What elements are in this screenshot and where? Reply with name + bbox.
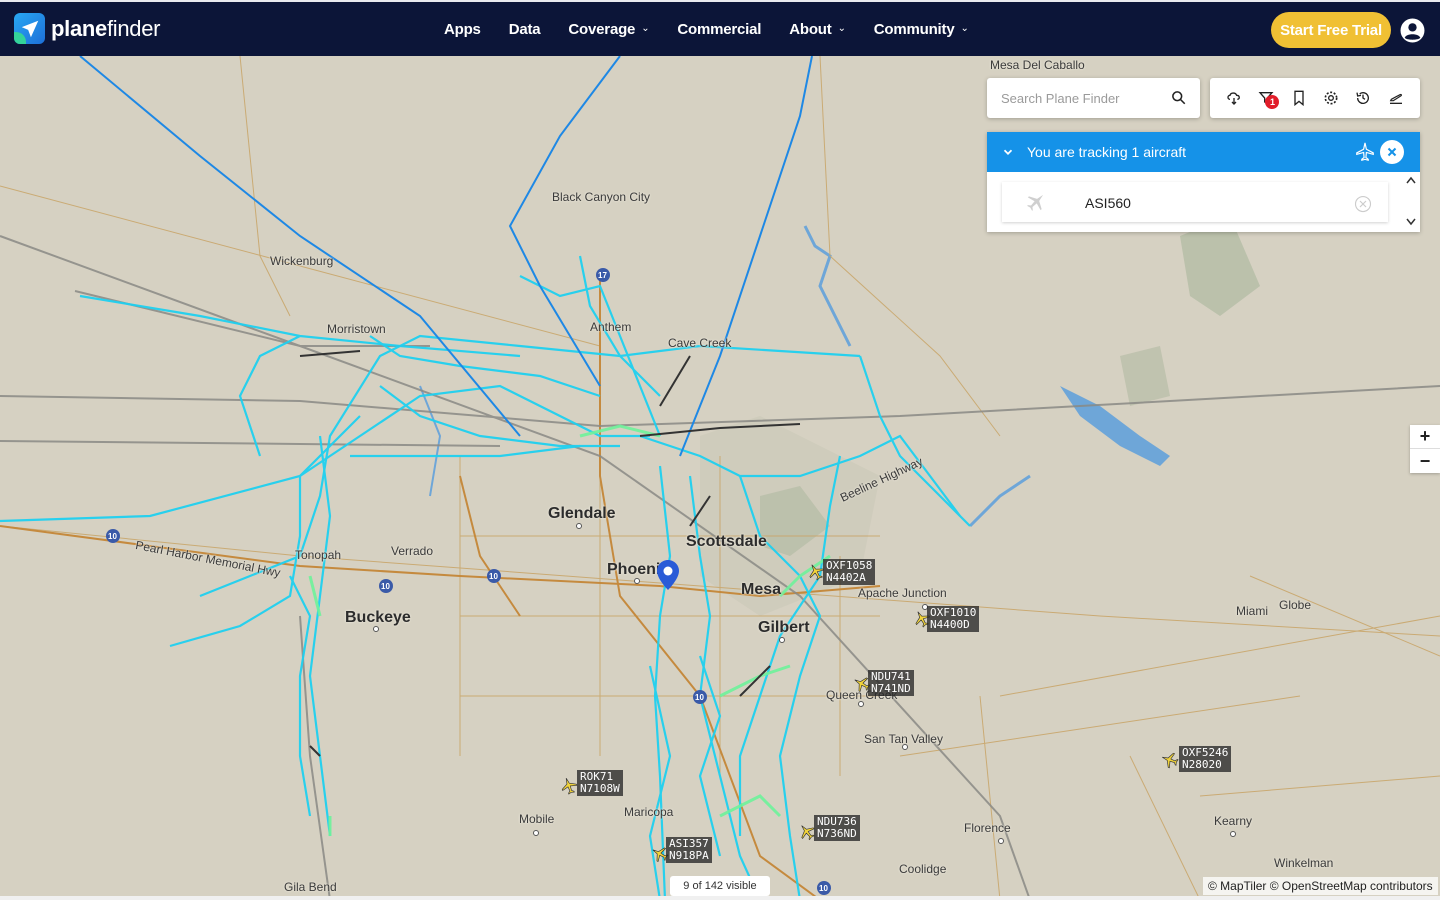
place-label: Black Canyon City (552, 190, 651, 204)
aircraft-tag[interactable]: ASI357 N918PA (666, 837, 712, 863)
svg-text:10: 10 (381, 582, 390, 591)
city-dot (902, 744, 908, 750)
place-label: Mesa Del Caballo (990, 58, 1085, 72)
brand-name: planefinder (51, 15, 161, 41)
place-label: Glendale (548, 505, 616, 522)
place-label: Cave Creek (668, 336, 732, 350)
place-label: Mobile (519, 812, 555, 826)
brand-logo[interactable]: planefinder (14, 13, 161, 44)
aircraft-tag[interactable]: ROK71 N7108W (577, 770, 623, 796)
place-label: Florence (964, 821, 1011, 835)
tracked-callsign: ASI560 (1085, 195, 1131, 211)
city-dot (533, 830, 539, 836)
map-attribution[interactable]: © MapTiler © OpenStreetMap contributors (1203, 877, 1438, 895)
remove-circle-icon[interactable] (1354, 195, 1372, 213)
settings-button[interactable] (1320, 87, 1342, 109)
place-label: Buckeye (345, 609, 411, 626)
aircraft-icon (1027, 194, 1044, 211)
aircraft-tag[interactable]: OXF5246 N28020 (1179, 746, 1232, 772)
place-label: Apache Junction (858, 586, 947, 600)
tracking-title: You are tracking 1 aircraft (1027, 144, 1187, 160)
city-dot (858, 701, 864, 707)
search-input[interactable] (1001, 90, 1171, 106)
location-pin-icon[interactable] (657, 560, 679, 590)
place-label: Verrado (391, 544, 434, 558)
nav-data[interactable]: Data (495, 21, 555, 38)
filter-button[interactable]: 1 (1255, 87, 1280, 109)
airport-icon (1389, 93, 1402, 104)
place-label: Scottsdale (686, 533, 767, 550)
weather-button[interactable] (1223, 87, 1245, 109)
planefinder-logo-icon (14, 13, 45, 44)
nav-community[interactable]: Community ⌄ (860, 21, 983, 38)
place-label: Tonopah (295, 548, 342, 562)
scroll-down-icon[interactable] (1406, 218, 1416, 226)
nav-coverage[interactable]: Coverage ⌄ (554, 21, 663, 38)
place-label: Globe (1279, 598, 1312, 612)
place-label: Morristown (327, 322, 386, 336)
chevron-down-icon: ⌄ (641, 22, 650, 34)
svg-text:17: 17 (598, 271, 607, 280)
bookmark-button[interactable] (1288, 87, 1310, 109)
place-label: Winkelman (1274, 856, 1334, 870)
svg-text:10: 10 (108, 532, 117, 541)
start-free-trial-button[interactable]: Start Free Trial (1271, 12, 1391, 48)
history-button[interactable] (1352, 87, 1374, 109)
place-label: Kearny (1214, 814, 1253, 828)
close-icon (1387, 147, 1397, 157)
zoom-control: + − (1410, 425, 1440, 473)
bookmark-icon (1294, 90, 1304, 106)
main-nav: Apps Data Coverage ⌄ Commercial About ⌄ Co… (430, 2, 983, 56)
place-label: Maricopa (624, 805, 674, 819)
city-dot (1230, 831, 1236, 837)
aircraft-tag[interactable]: NDU736 N736ND (814, 815, 860, 841)
chevron-down-icon[interactable] (1001, 145, 1015, 159)
user-account-icon[interactable] (1400, 18, 1425, 43)
settings-icon (1324, 91, 1338, 105)
chevron-down-icon: ⌄ (960, 22, 969, 34)
tracked-aircraft-row[interactable]: ASI560 (1002, 182, 1388, 222)
tracking-header[interactable]: You are tracking 1 aircraft (987, 132, 1420, 172)
city-dot (634, 578, 640, 584)
city-dot (373, 626, 379, 632)
zoom-in-button[interactable]: + (1410, 425, 1440, 449)
place-label: Coolidge (899, 862, 947, 876)
place-label: Wickenburg (270, 254, 334, 268)
nav-about[interactable]: About ⌄ (775, 21, 860, 38)
place-label: Miami (1236, 604, 1268, 618)
search-bar (987, 78, 1200, 118)
filter-count-badge: 1 (1265, 95, 1280, 109)
svg-text:10: 10 (819, 884, 828, 893)
svg-text:10: 10 (695, 693, 704, 702)
chevron-down-icon: ⌄ (837, 22, 846, 34)
aircraft-tag[interactable]: NDU741 N741ND (868, 670, 914, 696)
search-icon[interactable] (1171, 90, 1186, 105)
scroll-up-icon[interactable] (1406, 176, 1416, 184)
nav-apps[interactable]: Apps (430, 21, 495, 38)
top-navbar: planefinder Apps Data Coverage ⌄ Commerci… (0, 0, 1440, 56)
nav-commercial[interactable]: Commercial (663, 21, 775, 38)
visible-aircraft-count: 9 of 142 visible (670, 876, 770, 896)
city-dot (576, 523, 582, 529)
place-label: Mesa (741, 581, 782, 598)
bottom-edge (0, 896, 1440, 900)
aircraft-tag[interactable]: OXF1010 N4400D (927, 606, 980, 632)
place-label: Anthem (590, 320, 632, 334)
history-icon (1356, 92, 1370, 104)
close-tracking-button[interactable] (1380, 140, 1404, 164)
place-label: Gila Bend (284, 880, 337, 894)
airport-button[interactable] (1385, 87, 1407, 109)
city-dot (998, 838, 1004, 844)
place-label: Gilbert (758, 619, 810, 636)
tracking-panel: You are tracking 1 aircraft ASI560 (987, 132, 1420, 232)
svg-text:10: 10 (489, 572, 498, 581)
aircraft-tag[interactable]: OXF1058 N4402A (823, 559, 876, 585)
map-toolbar: 1 (1210, 78, 1420, 118)
weather-icon (1227, 92, 1241, 105)
zoom-out-button[interactable]: − (1410, 449, 1440, 473)
city-dot (779, 637, 785, 643)
plane-icon (1356, 142, 1374, 162)
